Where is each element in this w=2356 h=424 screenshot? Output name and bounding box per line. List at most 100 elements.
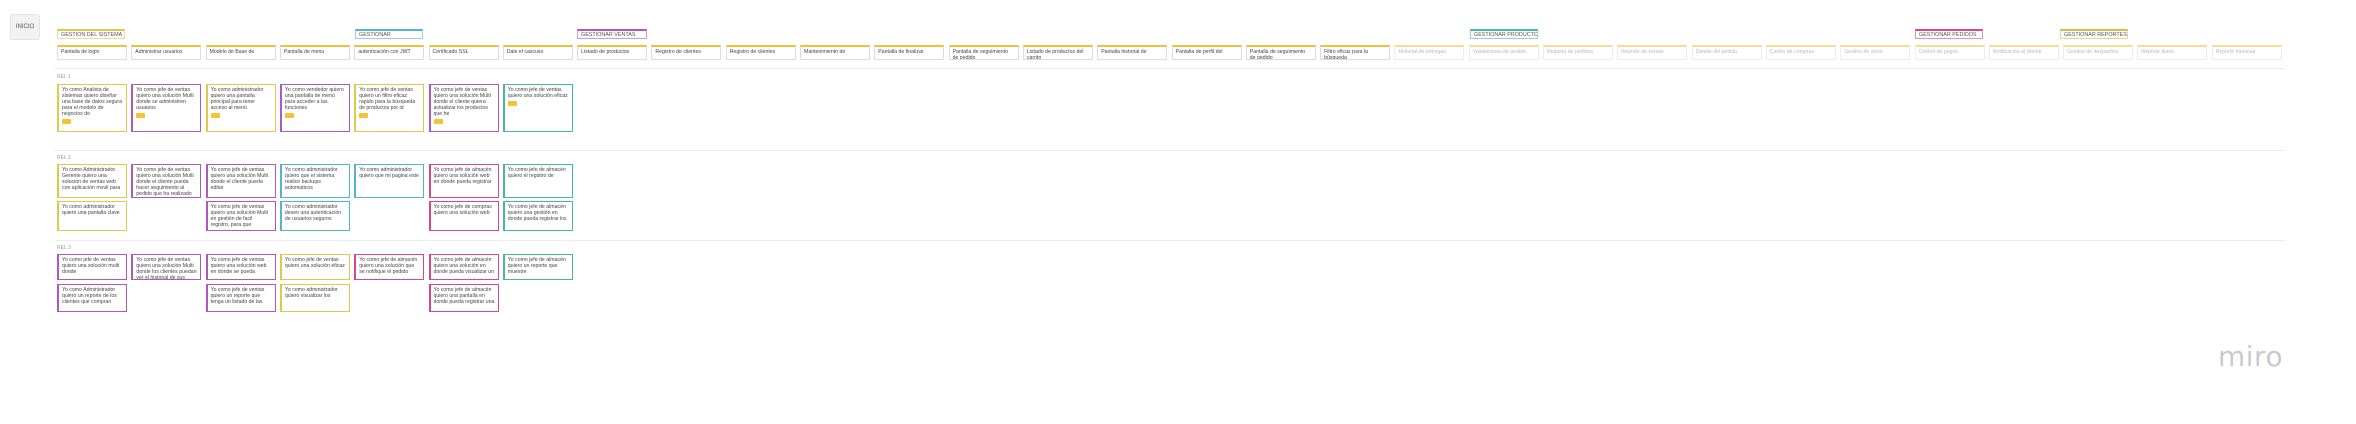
user-story-card[interactable]: Yo como jefe de almacén quiero una panta…: [428, 284, 499, 312]
user-story-card[interactable]: Yo como administrador quiero una pantall…: [205, 84, 276, 132]
user-story-text: Yo como vendedor quiero una pantalla de …: [284, 87, 344, 112]
user-story-card[interactable]: Yo como Administrador quiero un reporte …: [57, 284, 127, 312]
user-story-card[interactable]: Yo como jefe de ventas quiero una soluci…: [131, 164, 202, 198]
user-story-text: Yo como jefe de ventas quiero una soluci…: [507, 87, 568, 100]
feature-card[interactable]: Validaciones de pedido: [1468, 45, 1539, 60]
user-story-card[interactable]: Yo como jefe de ventas quiero una soluci…: [131, 84, 202, 132]
feature-card[interactable]: Listado de productos del carrito: [1022, 45, 1093, 60]
user-story-text: Yo como administrador quiero una pantall…: [62, 204, 120, 217]
user-story-text: Yo como jefe de almacén quiero una panta…: [433, 287, 495, 306]
epic-card[interactable]: GESTIONAR PRODUCTOS: [1470, 29, 1538, 39]
feature-card[interactable]: Control de pagos: [1914, 45, 1985, 60]
feature-card[interactable]: Registro de clientes: [725, 45, 796, 60]
feature-card[interactable]: Notificación al cliente: [1988, 45, 2059, 60]
feature-card[interactable]: Pantalla historial de: [1097, 45, 1168, 60]
feature-card[interactable]: Filtro eficaz para la búsqueda: [1320, 45, 1391, 60]
miro-logo: miro: [2218, 340, 2284, 373]
sticker-tag: [284, 113, 294, 119]
user-story-card[interactable]: Yo como jefe de ventas quiero una soluci…: [279, 254, 350, 280]
user-story-text: Yo como administrador quiero que mi pagi…: [359, 167, 419, 180]
feature-card[interactable]: Carrito de compras: [1765, 45, 1836, 60]
sticker-tag: [62, 119, 71, 125]
user-story-card[interactable]: Yo como jefe de almacén quiero el regist…: [502, 164, 573, 198]
user-story-card[interactable]: Yo como jefe de almacén quiero un report…: [502, 254, 573, 280]
user-story-card[interactable]: Yo como jefe de ventas quiero una soluci…: [205, 254, 276, 280]
feature-card[interactable]: Dale el cascuso: [502, 45, 573, 60]
user-story-card[interactable]: Yo como jefe de ventas quiero una soluci…: [205, 201, 276, 231]
user-story-text: Yo como jefe de ventas quiero una soluci…: [210, 257, 267, 276]
feature-card[interactable]: Gestion de despachos: [2063, 45, 2134, 60]
divider-line: [55, 150, 2285, 151]
epic-card[interactable]: GESTIONAR PEDIDOS: [1915, 29, 1983, 39]
user-story-text: Yo como administrador quiero una pantall…: [210, 87, 264, 112]
user-story-text: Yo como jefe de ventas quiero un reporte…: [210, 287, 265, 306]
feature-card[interactable]: Administrar usuarios: [131, 45, 202, 60]
feature-card[interactable]: Mantenimiento de: [800, 45, 870, 60]
user-story-text: Yo como jefe de almacén quiero una soluc…: [359, 257, 418, 276]
user-story-card[interactable]: Yo como jefe de ventas quiero una soluci…: [205, 164, 276, 198]
user-story-card[interactable]: Yo como Analista de sistemas quiero dise…: [57, 84, 127, 132]
user-story-card[interactable]: Yo como jefe de compras quiero una soluc…: [428, 201, 499, 231]
user-story-text: Yo como jefe de ventas quiero una soluci…: [433, 87, 491, 118]
feature-card[interactable]: autenticación con JWT: [354, 45, 425, 60]
feature-card[interactable]: Pantalla de perfil del: [1171, 45, 1242, 60]
user-story-card[interactable]: Yo como administrador quiero que el sist…: [279, 164, 350, 198]
board-home-button[interactable]: INICIO: [10, 14, 40, 40]
user-story-card[interactable]: Yo como administrador quiero visualizar …: [279, 284, 350, 312]
feature-card[interactable]: Pantalla de finalizar: [874, 45, 945, 60]
user-story-text: Yo como jefe de compras quiero una soluc…: [433, 204, 492, 217]
sticker-tag: [136, 113, 146, 119]
user-story-text: Yo como Administrador. Gerente quiero un…: [62, 167, 121, 192]
user-story-text: Yo como jefe de ventas quiero una soluci…: [62, 257, 120, 276]
feature-card[interactable]: Registro de pedidos: [1543, 45, 1613, 60]
release-label: REL 2: [57, 155, 71, 161]
feature-card[interactable]: Detalle del pedido: [1691, 45, 1762, 60]
feature-card[interactable]: Registro de clientes: [651, 45, 722, 60]
epic-card[interactable]: GESTION DEL SISTEMA: [57, 29, 125, 39]
user-story-card[interactable]: Yo como jefe de almacén quiero una gesti…: [502, 201, 573, 231]
feature-card[interactable]: Modelo de Base de: [205, 45, 276, 60]
epic-card[interactable]: GESTIONAR VENTAS: [577, 29, 647, 39]
feature-card[interactable]: Pantalla de seguimiento de pedido: [1245, 45, 1316, 60]
user-story-card[interactable]: Yo como Administrador. Gerente quiero un…: [57, 164, 127, 198]
feature-card[interactable]: Certificado SSL: [428, 45, 499, 60]
user-story-text: Yo como jefe de ventas quiero una soluci…: [210, 167, 268, 192]
feature-card[interactable]: Pantalla de menu: [279, 45, 350, 60]
user-story-card[interactable]: Yo como jefe de ventas quiero un filtro …: [354, 84, 425, 132]
user-story-card[interactable]: Yo como jefe de almacén quiero una soluc…: [428, 254, 499, 280]
user-story-card[interactable]: Yo como jefe de ventas quiero una soluci…: [428, 84, 499, 132]
sticker-tag: [210, 113, 220, 119]
user-story-card[interactable]: Yo como jefe de ventas quiero una soluci…: [57, 254, 127, 280]
epic-card[interactable]: GESTIONAR REPORTES: [2060, 29, 2128, 39]
user-story-card[interactable]: Yo como administrador quiero una pantall…: [57, 201, 127, 231]
feature-card[interactable]: Reporte de ventas: [1617, 45, 1688, 60]
user-story-text: Yo como jefe de ventas quiero un filtro …: [359, 87, 416, 112]
user-story-card[interactable]: Yo como jefe de ventas quiero una soluci…: [502, 84, 573, 132]
user-story-card[interactable]: Yo como jefe de almacén quiero una soluc…: [428, 164, 499, 198]
user-story-card[interactable]: Yo como administrador quiero que mi pagi…: [354, 164, 425, 198]
user-story-text: Yo como jefe de ventas quiero una soluci…: [136, 167, 194, 198]
user-story-text: Yo como jefe de almacén quiero una gesti…: [507, 204, 567, 223]
user-story-text: Yo como administrador quiero visualizar …: [284, 287, 338, 300]
feature-card[interactable]: Historial de entregas: [1394, 45, 1465, 60]
feature-card[interactable]: Gestion de stock: [1840, 45, 1911, 60]
epic-card[interactable]: GESTIONAR: [355, 29, 423, 39]
user-story-text: Yo como administrador deseo una autentic…: [284, 204, 342, 223]
user-story-text: Yo como jefe de almacén quiero una soluc…: [433, 257, 495, 276]
feature-card[interactable]: Reporte mensual: [2211, 45, 2282, 60]
user-story-card[interactable]: Yo como jefe de ventas quiero un reporte…: [205, 284, 276, 312]
user-story-text: Yo como Administrador quiero un reporte …: [62, 287, 117, 306]
feature-card[interactable]: Reporte diario: [2137, 45, 2208, 60]
user-story-card[interactable]: Yo como jefe de almacén quiero una soluc…: [354, 254, 425, 280]
user-story-text: Yo como jefe de almacén quiero un report…: [507, 257, 566, 276]
feature-card[interactable]: Pantalla de login: [57, 45, 127, 60]
user-story-card[interactable]: Yo como administrador deseo una autentic…: [279, 201, 350, 231]
user-story-card[interactable]: Yo como vendedor quiero una pantalla de …: [279, 84, 350, 132]
feature-card[interactable]: Listado de productos: [577, 45, 648, 60]
user-story-card[interactable]: Yo como jefe de ventas quiero una soluci…: [131, 254, 202, 280]
sticker-tag: [359, 113, 369, 119]
user-story-text: Yo como jefe de ventas quiero una soluci…: [210, 204, 268, 229]
divider-line: [55, 68, 2285, 69]
feature-card[interactable]: Pantalla de seguimiento de pedido: [948, 45, 1019, 60]
release-label: REL 3: [57, 245, 71, 251]
